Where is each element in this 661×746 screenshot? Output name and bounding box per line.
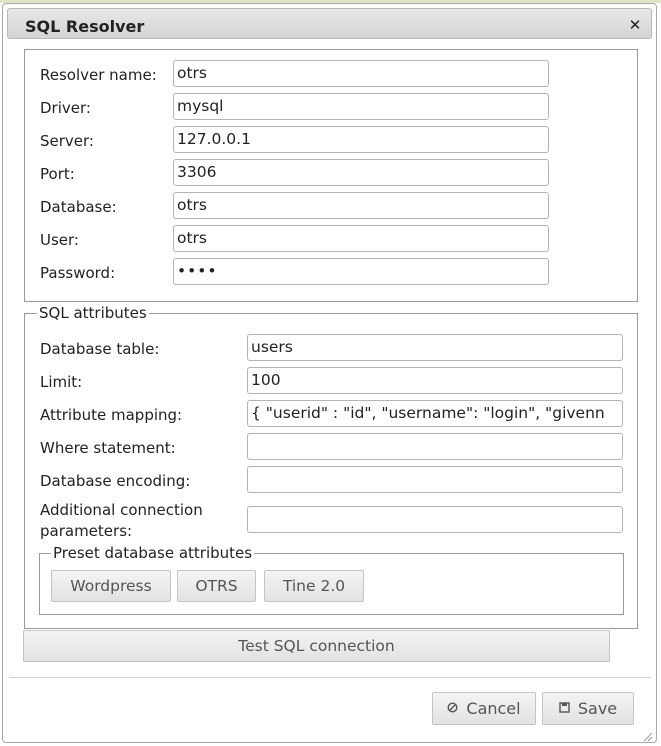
database-encoding-input[interactable] [247, 466, 623, 493]
attribute-mapping-input[interactable]: { "userid" : "id", "username": "login", … [247, 400, 623, 427]
cancel-icon [447, 692, 458, 723]
where-statement-input[interactable] [247, 433, 623, 460]
preset-legend: Preset database attributes [51, 544, 255, 562]
user-label: User: [40, 231, 79, 249]
preset-otrs-button[interactable]: OTRS [177, 570, 256, 602]
preset-wordpress-button[interactable]: Wordpress [51, 570, 171, 602]
password-input[interactable]: •••• [173, 258, 549, 285]
user-input[interactable]: otrs [173, 225, 549, 252]
save-button[interactable]: Save [542, 692, 634, 725]
resolver-name-label: Resolver name: [40, 66, 157, 84]
where-statement-label: Where statement: [40, 439, 176, 457]
resize-grip-icon[interactable] [641, 727, 653, 742]
port-label: Port: [40, 165, 75, 183]
port-input[interactable]: 3306 [173, 159, 549, 186]
database-encoding-label: Database encoding: [40, 472, 191, 490]
driver-input[interactable]: mysql [173, 93, 549, 120]
resolver-name-input[interactable]: otrs [173, 60, 549, 87]
additional-parameters-input[interactable] [247, 506, 623, 533]
server-input[interactable]: 127.0.0.1 [173, 126, 549, 153]
sql-attributes-legend: SQL attributes [37, 304, 149, 322]
save-label: Save [577, 699, 618, 718]
dialog-title: SQL Resolver [25, 17, 145, 36]
additional-parameters-label: Additional connection [40, 501, 203, 519]
preset-tine-button[interactable]: Tine 2.0 [264, 570, 364, 602]
limit-label: Limit: [40, 373, 83, 391]
dialog-titlebar[interactable]: SQL Resolver ✕ [7, 8, 652, 39]
server-label: Server: [40, 132, 94, 150]
database-table-label: Database table: [40, 340, 160, 358]
additional-parameters-label-line2: parameters: [40, 522, 133, 540]
limit-input[interactable]: 100 [247, 367, 623, 394]
attribute-mapping-label: Attribute mapping: [40, 406, 183, 424]
footer-divider [9, 677, 651, 678]
cancel-button[interactable]: Cancel [432, 692, 536, 725]
test-sql-connection-button[interactable]: Test SQL connection [23, 630, 610, 662]
database-input[interactable]: otrs [173, 192, 549, 219]
driver-label: Driver: [40, 99, 91, 117]
password-label: Password: [40, 264, 116, 282]
database-label: Database: [40, 198, 117, 216]
database-table-input[interactable]: users [247, 334, 623, 361]
sql-resolver-dialog: SQL Resolver ✕ Resolver name: otrs Drive… [2, 3, 657, 743]
cancel-label: Cancel [466, 699, 521, 718]
close-icon[interactable]: ✕ [627, 17, 643, 33]
save-icon [559, 692, 570, 723]
